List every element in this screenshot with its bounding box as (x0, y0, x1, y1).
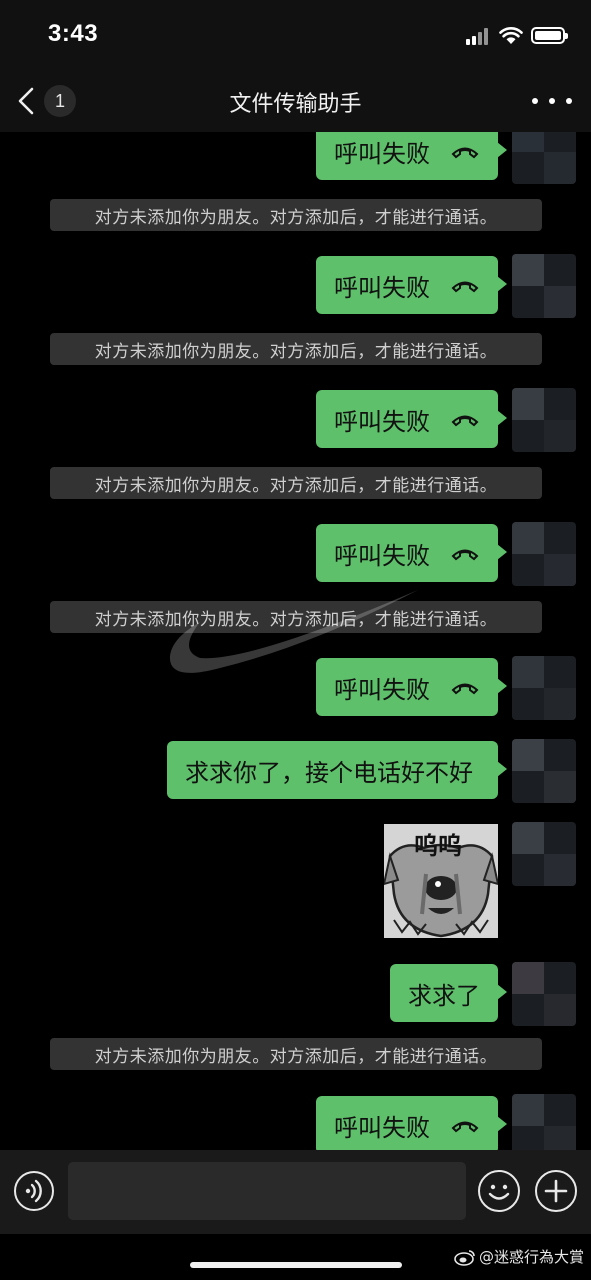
home-indicator[interactable] (190, 1262, 402, 1268)
chat-header: 1 文件传输助手 (0, 70, 591, 132)
sticker-caption: 呜呜 (414, 832, 462, 860)
system-notice: 对方未添加你为朋友。对方添加后，才能进行通话。 (50, 333, 542, 365)
chevron-left-icon (18, 87, 34, 115)
avatar[interactable] (512, 132, 576, 184)
more-dots-icon (532, 98, 538, 104)
call-failed-bubble[interactable]: 呼叫失败 (316, 1096, 507, 1150)
back-button[interactable]: 1 (14, 82, 84, 120)
signal-icon (466, 27, 492, 45)
status-bar: 3:43 (0, 0, 591, 70)
wifi-icon (499, 27, 523, 44)
voice-button[interactable] (14, 1171, 54, 1211)
unread-count-badge: 1 (44, 85, 76, 117)
hangup-icon (451, 683, 479, 695)
avatar[interactable] (512, 822, 576, 886)
chat-message-list[interactable]: 呼叫失败 对方未添加你为朋友。对方添加后，才能进行通话。 呼叫失败 对方未添加你… (0, 132, 591, 1150)
hangup-icon (451, 147, 479, 159)
chat-title: 文件传输助手 (229, 92, 362, 117)
emoji-icon (488, 1184, 509, 1200)
avatar[interactable] (512, 739, 576, 803)
system-notice: 对方未添加你为朋友。对方添加后，才能进行通话。 (50, 467, 542, 499)
hangup-icon (451, 1121, 479, 1133)
text-message-bubble[interactable]: 求求了 (390, 964, 507, 1022)
input-bar (0, 1150, 591, 1234)
more-options-button[interactable] (532, 88, 572, 114)
avatar[interactable] (512, 1094, 576, 1150)
call-failed-bubble[interactable]: 呼叫失败 (316, 658, 507, 716)
call-failed-bubble[interactable]: 呼叫失败 (316, 256, 507, 314)
avatar[interactable] (512, 962, 576, 1026)
avatar[interactable] (512, 388, 576, 452)
status-time: 3:43 (48, 20, 99, 47)
text-message-bubble[interactable]: 求求你了，接个电话好不好 (167, 741, 507, 799)
message-input[interactable] (68, 1162, 466, 1220)
avatar[interactable] (512, 656, 576, 720)
plus-icon (544, 1179, 567, 1202)
source-watermark: @迷惑行為大賞 (454, 1246, 584, 1267)
more-functions-button[interactable] (535, 1170, 577, 1212)
weibo-logo-icon (454, 1249, 475, 1266)
call-failed-bubble[interactable]: 呼叫失败 (316, 524, 507, 582)
system-notice: 对方未添加你为朋友。对方添加后，才能进行通话。 (50, 199, 542, 231)
watermark-text: @迷惑行為大賞 (479, 1248, 585, 1266)
system-notice: 对方未添加你为朋友。对方添加后，才能进行通话。 (50, 1038, 542, 1070)
avatar[interactable] (512, 522, 576, 586)
hangup-icon (451, 281, 479, 293)
sticker-crying-dog[interactable]: 呜呜 (384, 824, 498, 938)
battery-icon (531, 27, 568, 44)
emoji-button[interactable] (478, 1170, 520, 1212)
voice-icon (25, 1179, 42, 1202)
call-failed-bubble[interactable]: 呼叫失败 (316, 390, 507, 448)
system-notice: 对方未添加你为朋友。对方添加后，才能进行通话。 (50, 601, 542, 633)
hangup-icon (451, 415, 479, 427)
call-failed-bubble[interactable]: 呼叫失败 (316, 132, 507, 180)
hangup-icon (451, 549, 479, 561)
avatar[interactable] (512, 254, 576, 318)
bottom-area: @迷惑行為大賞 (0, 1234, 591, 1280)
